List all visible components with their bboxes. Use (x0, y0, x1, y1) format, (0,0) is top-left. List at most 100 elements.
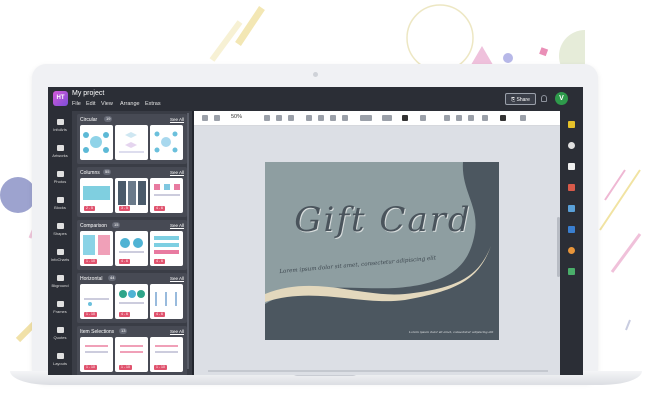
section-title: Comparison (80, 223, 107, 229)
share-button[interactable]: ⎘ Share (505, 93, 536, 105)
template-thumb[interactable]: 1 - 10 (80, 284, 113, 319)
range-badge: 1 - 10 (84, 365, 97, 370)
template-thumb[interactable]: 1 - 10 (80, 337, 113, 372)
quotes-icon (56, 327, 64, 333)
blocks-icon (56, 197, 64, 203)
page-icon[interactable] (568, 163, 575, 170)
gift-card-design[interactable]: Gift Card Lorem ipsum dolor sit amet, co… (265, 162, 499, 340)
range-badge: 4 - 6 (154, 206, 166, 211)
distribute-icon[interactable] (468, 115, 474, 121)
delete-icon[interactable] (288, 115, 294, 121)
see-all-link[interactable]: See All (170, 329, 184, 334)
bell-icon[interactable] (541, 95, 547, 102)
settings-icon[interactable] (568, 247, 575, 254)
section-columns: Columns 55 See All 2 - 5 3 - 5 4 - 6 (77, 167, 187, 217)
add-icon[interactable] (500, 115, 506, 121)
app-screen: HT My project File Edit View Arrange Ext… (48, 87, 583, 375)
zoom-level[interactable]: 50% (231, 114, 242, 120)
template-thumb[interactable]: 1 - 10 (80, 231, 113, 266)
paste-icon[interactable] (276, 115, 282, 121)
redo-icon[interactable] (214, 115, 220, 121)
avatar[interactable]: V (555, 92, 568, 105)
template-thumb[interactable]: 4 - 6 (150, 231, 183, 266)
panel-scrollbar[interactable] (187, 113, 189, 369)
rail-item-infocharts[interactable]: InfoCharts (48, 249, 72, 262)
format-icon[interactable] (342, 115, 348, 121)
rail-label: Shapes (53, 231, 67, 236)
rail-item-artworks[interactable]: Artworks (48, 145, 72, 158)
see-all-link[interactable]: See All (170, 170, 184, 175)
template-thumb[interactable]: 2 - 5 (80, 178, 113, 213)
template-thumb[interactable]: 3 - 5 (115, 178, 148, 213)
menu-file[interactable]: File (72, 101, 81, 107)
range-badge: 1 - 10 (154, 365, 167, 370)
rail-item-infoarts[interactable]: InfoArts (48, 119, 72, 132)
section-count: 13 (119, 328, 128, 334)
artworks-icon (56, 145, 64, 151)
rail-label: Quotes (53, 335, 67, 340)
menu-edit[interactable]: Edit (86, 101, 95, 107)
layers-icon[interactable] (568, 205, 575, 212)
rail-item-layouts[interactable]: Layouts (48, 353, 72, 366)
template-thumb[interactable]: 4 - 6 (115, 284, 148, 319)
app-header: HT My project File Edit View Arrange Ext… (48, 87, 583, 111)
range-badge: 1 - 10 (84, 312, 97, 317)
template-thumb[interactable]: 4 - 6 (150, 178, 183, 213)
templates-panel: Circular 19 See All Columns 55 See All 2… (72, 111, 192, 375)
rail-item-photos[interactable]: Photos (48, 171, 72, 184)
range-badge: 3 - 5 (119, 206, 131, 211)
pen-icon[interactable] (318, 115, 324, 121)
card-title: Gift Card (294, 200, 472, 240)
template-thumb[interactable]: 4 - 6 (150, 284, 183, 319)
app-logo[interactable]: HT (53, 91, 68, 106)
comment-icon[interactable] (568, 184, 575, 191)
arrow-icon[interactable] (402, 115, 408, 121)
template-thumb[interactable] (150, 125, 183, 160)
section-count: 55 (103, 169, 112, 175)
template-thumb[interactable]: 1 - 10 (115, 337, 148, 372)
copy-icon[interactable] (264, 115, 270, 121)
thumb-graphic (119, 132, 144, 153)
grid-icon[interactable] (568, 226, 575, 233)
canvas-horizontal-scrollbar[interactable] (208, 370, 548, 372)
connector-icon[interactable] (382, 115, 392, 121)
menu-view[interactable]: View (101, 101, 113, 107)
see-all-link[interactable]: See All (170, 117, 184, 122)
range-badge: 4 - 6 (119, 312, 131, 317)
rail-item-quotes[interactable]: Quotes (48, 327, 72, 340)
template-thumb[interactable]: 1 - 10 (150, 337, 183, 372)
search-icon[interactable] (568, 142, 575, 149)
rail-item-bkground[interactable]: Bkground (48, 275, 72, 288)
see-all-link[interactable]: See All (170, 276, 184, 281)
range-badge: 1 - 10 (119, 365, 132, 370)
range-badge: 1 - 10 (84, 259, 97, 264)
shapes-icon (56, 223, 64, 229)
see-all-link[interactable]: See All (170, 223, 184, 228)
table-icon[interactable] (520, 115, 526, 121)
template-thumb[interactable] (80, 125, 113, 160)
rail-item-shapes[interactable]: Shapes (48, 223, 72, 236)
chat-icon[interactable] (568, 268, 575, 275)
background-icon (56, 275, 64, 281)
section-circular: Circular 19 See All (77, 114, 187, 164)
menu-arrange[interactable]: Arrange (120, 101, 140, 107)
template-thumb[interactable]: 4 - 6 (115, 231, 148, 266)
line-style-icon[interactable] (360, 115, 372, 121)
bring-front-icon[interactable] (482, 115, 488, 121)
paint-roller-icon[interactable] (568, 121, 575, 128)
rail-item-frames[interactable]: Frames (48, 301, 72, 314)
section-horizontal: Horizontal 44 See All 1 - 10 4 - 6 4 - 6 (77, 273, 187, 323)
align-icon[interactable] (420, 115, 426, 121)
rail-label: InfoArts (53, 127, 67, 132)
group-icon[interactable] (444, 115, 450, 121)
menu-extras[interactable]: Extras (145, 101, 161, 107)
project-title[interactable]: My project (72, 90, 104, 97)
ungroup-icon[interactable] (456, 115, 462, 121)
rail-item-blocks[interactable]: Blocks (48, 197, 72, 210)
undo-icon[interactable] (202, 115, 208, 121)
fill-icon[interactable] (306, 115, 312, 121)
rail-label: Photos (53, 179, 67, 184)
image-icon[interactable] (330, 115, 336, 121)
range-badge: 4 - 6 (154, 312, 166, 317)
template-thumb[interactable] (115, 125, 148, 160)
